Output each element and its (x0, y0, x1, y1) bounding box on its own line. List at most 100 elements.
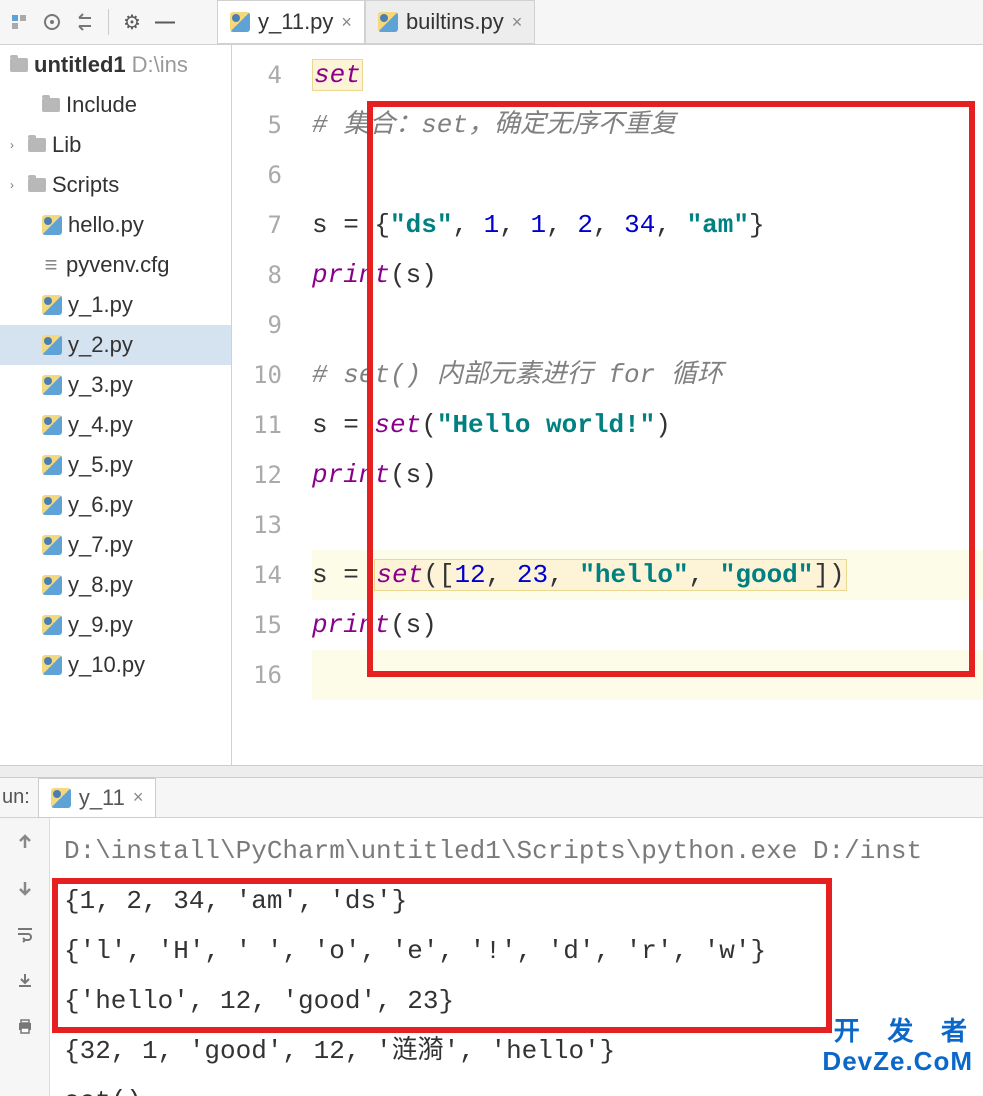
tree-item-y_7-py[interactable]: y_7.py (0, 525, 231, 565)
target-icon[interactable] (38, 8, 66, 36)
tree-item-y_8-py[interactable]: y_8.py (0, 565, 231, 605)
item-label: y_1.py (68, 292, 133, 318)
separator (108, 9, 109, 35)
tree-item-y_2-py[interactable]: y_2.py (0, 325, 231, 365)
wrap-icon[interactable] (11, 920, 39, 948)
python-file-icon (42, 375, 62, 395)
python-file-icon (42, 215, 62, 235)
item-label: hello.py (68, 212, 144, 238)
folder-icon (28, 138, 46, 152)
item-label: Include (66, 92, 137, 118)
project-root[interactable]: untitled1 D:\ins (0, 45, 231, 85)
tab-builtins[interactable]: builtins.py × (365, 0, 535, 44)
chevron-icon: › (10, 138, 22, 152)
watermark-en: DevZe.CoM (822, 1047, 973, 1076)
line-number: 15 (232, 600, 282, 650)
folder-icon (42, 98, 60, 112)
tree-item-y_3-py[interactable]: y_3.py (0, 365, 231, 405)
item-label: Lib (52, 132, 81, 158)
close-icon[interactable]: × (341, 12, 352, 33)
gear-icon[interactable]: ⚙ (118, 8, 146, 36)
line-number: 12 (232, 450, 282, 500)
up-arrow-icon[interactable] (11, 828, 39, 856)
console-output[interactable]: D:\install\PyCharm\untitled1\Scripts\pyt… (50, 818, 983, 1096)
python-file-icon (42, 575, 62, 595)
tree-item-y_9-py[interactable]: y_9.py (0, 605, 231, 645)
tree-item-y_6-py[interactable]: y_6.py (0, 485, 231, 525)
line-number: 10 (232, 350, 282, 400)
minimize-icon[interactable]: — (151, 8, 179, 36)
item-label: Scripts (52, 172, 119, 198)
console-command: D:\install\PyCharm\untitled1\Scripts\pyt… (64, 826, 977, 876)
collapse-icon[interactable] (71, 8, 99, 36)
toolbar-icon-1[interactable] (5, 8, 33, 36)
line-number: 9 (232, 300, 282, 350)
print-icon[interactable] (11, 1012, 39, 1040)
watermark-cn: 开 发 者 (822, 1019, 973, 1048)
tree-item-hello-py[interactable]: hello.py (0, 205, 231, 245)
project-sidebar: untitled1 D:\ins Include › Lib › Scripts hell… (0, 45, 232, 765)
close-icon[interactable]: × (133, 787, 144, 808)
console-line: set() (64, 1076, 977, 1096)
python-file-icon (230, 12, 250, 32)
console-line: {1, 2, 34, 'am', 'ds'} (64, 876, 977, 926)
code-comment: # set() 内部元素进行 for 循环 (312, 360, 723, 390)
item-label: pyvenv.cfg (66, 252, 170, 278)
item-label: y_4.py (68, 412, 133, 438)
line-number: 4 (232, 50, 282, 100)
config-icon: ≡ (42, 256, 60, 274)
tree-item-pyvenv-cfg[interactable]: ≡ pyvenv.cfg (0, 245, 231, 285)
chevron-icon: › (10, 178, 22, 192)
python-file-icon (42, 655, 62, 675)
line-number: 8 (232, 250, 282, 300)
main-area: untitled1 D:\ins Include › Lib › Scripts hell… (0, 45, 983, 765)
code-token: set (312, 59, 363, 91)
close-icon[interactable]: × (512, 12, 523, 33)
python-file-icon (42, 455, 62, 475)
line-number: 16 (232, 650, 282, 700)
export-icon[interactable] (11, 966, 39, 994)
tab-label: builtins.py (406, 9, 504, 35)
tree-item-y_5-py[interactable]: y_5.py (0, 445, 231, 485)
line-number: 13 (232, 500, 282, 550)
tree-item-Lib[interactable]: › Lib (0, 125, 231, 165)
python-file-icon (42, 295, 62, 315)
python-file-icon (378, 12, 398, 32)
folder-icon (10, 58, 28, 72)
run-console: D:\install\PyCharm\untitled1\Scripts\pyt… (0, 818, 983, 1096)
code-editor[interactable]: 45678910111213141516 set # 集合：set，确定无序不重… (232, 45, 983, 765)
item-label: y_7.py (68, 532, 133, 558)
python-file-icon (42, 495, 62, 515)
watermark: 开 发 者 DevZe.CoM (822, 1019, 973, 1076)
item-label: y_2.py (68, 332, 133, 358)
run-config-tab[interactable]: y_11 × (38, 778, 157, 818)
tree-item-Include[interactable]: Include (0, 85, 231, 125)
line-number: 6 (232, 150, 282, 200)
editor-tabs: y_11.py × builtins.py × (217, 0, 535, 44)
python-file-icon (42, 615, 62, 635)
item-label: y_9.py (68, 612, 133, 638)
tab-label: y_11.py (258, 9, 333, 35)
item-label: y_6.py (68, 492, 133, 518)
splitter[interactable] (0, 765, 983, 778)
run-toolbar: un: y_11 × (0, 778, 983, 818)
run-tab-label: y_11 (79, 785, 125, 811)
tree-item-y_1-py[interactable]: y_1.py (0, 285, 231, 325)
item-label: y_8.py (68, 572, 133, 598)
tree-item-Scripts[interactable]: › Scripts (0, 165, 231, 205)
line-number: 14 (232, 550, 282, 600)
tree-item-y_10-py[interactable]: y_10.py (0, 645, 231, 685)
run-label: un: (2, 786, 30, 809)
root-path: D:\ins (132, 52, 188, 78)
main-toolbar: ⚙ — y_11.py × builtins.py × (0, 0, 983, 45)
folder-icon (28, 178, 46, 192)
tree-item-y_4-py[interactable]: y_4.py (0, 405, 231, 445)
code-comment: # 集合：set，确定无序不重复 (312, 110, 676, 140)
code-content[interactable]: set # 集合：set，确定无序不重复 s = {"ds", 1, 1, 2,… (302, 45, 983, 765)
line-number: 7 (232, 200, 282, 250)
python-file-icon (42, 535, 62, 555)
line-gutter: 45678910111213141516 (232, 45, 302, 765)
tab-y11[interactable]: y_11.py × (217, 0, 365, 44)
item-label: y_10.py (68, 652, 145, 678)
down-arrow-icon[interactable] (11, 874, 39, 902)
